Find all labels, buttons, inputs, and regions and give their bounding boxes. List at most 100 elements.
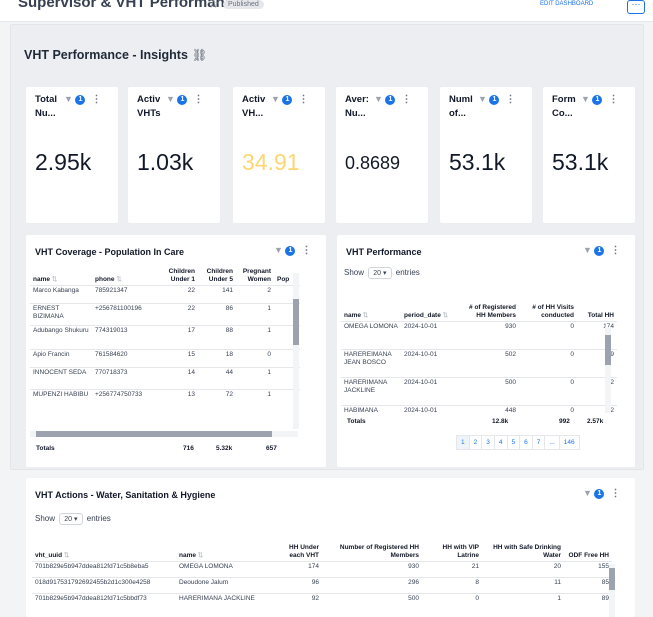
cell-value: 92 [272,592,322,617]
kebab-menu-icon[interactable]: ⋮ [610,245,620,256]
page-size-select[interactable]: 20 ▾ [59,513,83,525]
kpi-card-active-vhts: Activ VHTs ▼ 1 ⋮ 1.03k [128,87,220,223]
cell-value: 89 [577,348,617,377]
link-icon[interactable]: ⛓ [192,48,207,62]
filter-count-badge[interactable]: 1 [385,94,396,105]
totals-registered-hh-members: 12.8k [492,418,509,425]
cell-name: Apio Francin [30,349,92,368]
filter-count-badge[interactable]: 1 [594,245,605,256]
col-header-name[interactable]: name ⇅ [30,267,92,286]
kpi-value: 34.91 [242,149,300,175]
filter-count-badge[interactable]: 1 [489,94,500,105]
filter-count-badge[interactable]: 1 [592,94,603,105]
more-options-button[interactable]: ··· [627,0,645,14]
vertical-scrollbar[interactable] [293,273,299,429]
cell-name: Deoudone Jalum [176,576,272,593]
cell-value: 0 [519,320,577,349]
cell-date: 2024-10-01 [401,320,461,349]
wash-card: VHT Actions - Water, Sanitation & Hygien… [26,478,635,617]
favorite-star-icon[interactable]: ☆ [208,0,219,11]
vertical-scrollbar[interactable] [605,327,611,413]
cell-value: 502 [461,348,519,377]
filter-count-badge[interactable]: 1 [75,94,86,105]
col-header-odf-free-hh[interactable]: ODF Free HH [564,535,612,561]
cell-value: 22 [156,285,198,304]
filter-count-badge[interactable]: 1 [282,94,293,105]
col-header-hh-visits[interactable]: # of HH Visits conducted [519,291,577,321]
coverage-title: VHT Coverage - Population In Care [35,247,185,257]
filter-count-badge[interactable]: 1 [285,245,296,256]
cell-date: 2024-10-01 [401,348,461,377]
page-button[interactable]: 2 [468,435,483,450]
kebab-menu-icon[interactable]: ⋮ [610,488,620,499]
col-header-pregnant-women[interactable]: Pregnant Women [236,267,274,286]
cell-value: 86 [198,303,236,326]
kebab-menu-icon[interactable]: ⋮ [193,94,203,105]
page-button[interactable]: 1 [456,435,470,450]
page-button[interactable]: 4 [493,435,508,450]
col-header-vip-latrine[interactable]: HH with VIP Latrine [422,535,482,561]
totals-label: Totals [36,445,55,452]
filter-icon[interactable]: ▼ [478,94,487,104]
col-header-children-under-1[interactable]: Children Under 1 [156,267,198,286]
filter-icon[interactable]: ▼ [274,245,283,255]
col-header-phone[interactable]: phone ⇅ [92,267,156,286]
table-row: INNOCENT SEDA 770718373 14 44 1 [30,367,300,390]
filter-icon[interactable]: ▼ [166,94,175,104]
kebab-menu-icon[interactable]: ⋮ [91,94,101,105]
page-button[interactable]: 5 [506,435,521,450]
page-button[interactable]: 146 [558,435,580,450]
cell-value: 18 [198,349,236,368]
totals-children-under-5: 5.32k [216,445,233,452]
cell-value: 21 [422,560,482,577]
filter-icon[interactable]: ▼ [374,94,383,104]
page-size-select[interactable]: 20 ▾ [368,267,392,279]
table-row: HAREREIMANA JEAN BOSCO 2024-10-01 502 0 … [341,348,617,377]
edit-dashboard-button[interactable]: Edit dashboard [540,1,593,7]
kebab-menu-icon[interactable]: ⋮ [298,94,308,105]
filter-icon[interactable]: ▼ [583,245,592,255]
filter-count-badge[interactable]: 1 [594,488,605,499]
cell-value: 0 [236,349,274,368]
entries-label: entries [395,268,420,277]
cell-name: INNOCENT SEDA [30,367,92,390]
performance-card: VHT Performance ▼ 1 ⋮ Show 20 ▾ entries n… [337,235,635,467]
cell-value: 174 [272,560,322,577]
kpi-value: 2.95k [35,149,92,175]
kebab-menu-icon[interactable]: ⋮ [505,94,515,105]
col-header-name[interactable]: name ⇅ [176,535,272,561]
cell-value: 930 [322,560,422,577]
entries-selector: Show 20 ▾ entries [344,267,420,279]
vertical-scrollbar[interactable] [609,564,615,617]
filter-icon[interactable]: ▼ [583,488,592,498]
col-header-vht-uuid[interactable]: vht_uuid ⇅ [32,535,176,561]
col-header-total-hh[interactable]: Total HH [577,291,617,321]
filter-count-badge[interactable]: 1 [177,94,188,105]
col-header-safe-drinking-water[interactable]: HH with Safe Drinking Water [482,535,564,561]
horizontal-scrollbar[interactable] [30,431,298,437]
filter-icon[interactable]: ▼ [271,94,280,104]
cell-value: 92 [577,376,617,405]
table-row: 701b829e5b947ddea812fd71c5b8eba5 OMEGA L… [32,560,612,577]
cell-value: 15 [156,349,198,368]
kebab-menu-icon[interactable]: ⋮ [608,94,618,105]
coverage-table-wrap: name ⇅ phone ⇅ Children Under 1 Children… [30,267,300,437]
filter-icon[interactable]: ▼ [581,94,590,104]
col-header-registered-hh-members[interactable]: # of Registered HH Members [461,291,519,321]
page-button[interactable]: 3 [481,435,495,450]
cell-name: OMEGA LOMONA [341,320,401,349]
col-header-hh-under-vht[interactable]: HH Under each VHT [272,535,322,561]
page-button[interactable]: 7 [531,435,546,450]
performance-table: name ⇅ period_date ⇅ # of Registered HH … [341,291,617,415]
col-header-name[interactable]: name ⇅ [341,291,401,321]
dashboard-header: Supervisor & VHT Performance ☆ Published… [0,0,653,22]
page-button[interactable]: 6 [519,435,533,450]
kebab-menu-icon[interactable]: ⋮ [401,94,411,105]
col-header-children-under-5[interactable]: Children Under 5 [198,267,236,286]
cell-phone: 785921347 [92,285,156,304]
kebab-menu-icon[interactable]: ⋮ [301,245,311,256]
col-header-period-date[interactable]: period_date ⇅ [401,291,461,321]
filter-icon[interactable]: ▼ [64,94,73,104]
kpi-value: 0.8689 [345,153,401,173]
col-header-registered-hh-members[interactable]: Number of Registered HH Members [322,535,422,561]
